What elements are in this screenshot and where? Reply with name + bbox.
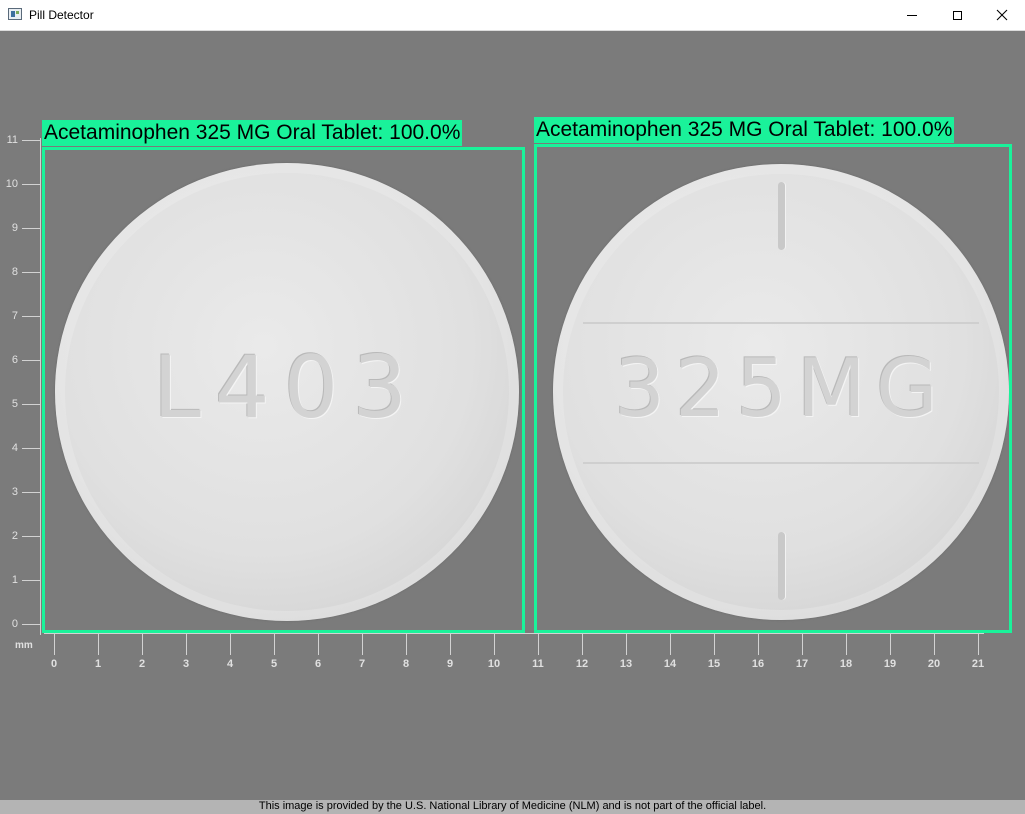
ruler-x-tick-label: 0 <box>50 658 58 670</box>
ruler-y-axis <box>40 138 41 635</box>
detection-label-left: Acetaminophen 325 MG Oral Tablet: 100.0% <box>42 120 463 146</box>
ruler-y-tick-label: 3 <box>11 486 18 498</box>
ruler-x-tick <box>538 633 539 655</box>
ruler-x-tick <box>362 633 363 655</box>
detection-box-right <box>534 144 1012 633</box>
ruler-x-tick-label: 21 <box>971 658 985 670</box>
ruler-x-tick-label: 9 <box>446 658 454 670</box>
image-canvas: mm 11 10 9 8 7 6 5 4 3 2 1 0 0 1 2 3 4 5 6 7 8 9 10 11 12 13 14 15 1… <box>0 31 1025 801</box>
ruler-x-tick-label: 16 <box>751 658 765 670</box>
ruler-y-tick <box>22 448 40 449</box>
ruler-y-tick-label: 11 <box>6 134 18 146</box>
ruler-y-tick-label: 0 <box>11 618 18 630</box>
ruler-y-tick <box>22 404 40 405</box>
ruler-y-tick <box>22 140 40 141</box>
ruler-x-tick <box>802 633 803 655</box>
ruler-x-tick <box>670 633 671 655</box>
ruler-x-tick <box>626 633 627 655</box>
detection-label-right: Acetaminophen 325 MG Oral Tablet: 100.0% <box>534 117 955 143</box>
ruler-x-tick <box>406 633 407 655</box>
ruler-y-tick <box>22 580 40 581</box>
ruler-x-tick <box>758 633 759 655</box>
ruler-y-tick-label: 8 <box>11 266 18 278</box>
ruler-x-tick-label: 13 <box>619 658 633 670</box>
ruler-x-tick <box>714 633 715 655</box>
ruler-x-tick <box>582 633 583 655</box>
ruler-x-tick-label: 12 <box>575 658 589 670</box>
ruler-x-tick <box>54 633 55 655</box>
ruler-x-tick-label: 7 <box>358 658 366 670</box>
ruler-y-tick <box>22 492 40 493</box>
ruler-x-tick <box>890 633 891 655</box>
minimize-button[interactable] <box>889 0 935 30</box>
ruler-y-tick-label: 7 <box>11 310 18 322</box>
ruler-x-tick-label: 15 <box>707 658 721 670</box>
detection-box-left <box>42 147 525 633</box>
ruler-y-tick-label: 5 <box>11 398 18 410</box>
ruler-y-tick-label: 6 <box>11 354 18 366</box>
ruler-y-tick-label: 4 <box>11 442 18 454</box>
ruler-y-tick <box>22 316 40 317</box>
ruler-y-tick <box>22 272 40 273</box>
ruler-x-tick <box>934 633 935 655</box>
ruler-x-tick <box>318 633 319 655</box>
ruler-x-tick-label: 8 <box>402 658 410 670</box>
ruler-x-tick <box>186 633 187 655</box>
ruler-x-tick-label: 11 <box>532 658 544 670</box>
maximize-icon <box>952 10 962 20</box>
ruler-y-tick <box>22 624 40 625</box>
ruler-x-tick-label: 1 <box>94 658 102 670</box>
ruler-x-tick-label: 19 <box>883 658 897 670</box>
ruler-y-tick <box>22 228 40 229</box>
ruler-x-tick-label: 20 <box>927 658 941 670</box>
close-icon <box>996 9 1008 21</box>
ruler-unit-label: mm <box>15 640 33 651</box>
ruler-y-tick-label: 1 <box>11 574 18 586</box>
ruler-x-tick <box>450 633 451 655</box>
ruler-x-tick-label: 2 <box>138 658 146 670</box>
window-title: Pill Detector <box>29 8 94 22</box>
ruler-x-tick-label: 17 <box>795 658 809 670</box>
ruler-x-tick-label: 14 <box>663 658 677 670</box>
minimize-icon <box>907 14 917 16</box>
app-window-icon <box>8 8 22 20</box>
ruler-y-tick-label: 2 <box>11 530 18 542</box>
ruler-x-tick <box>274 633 275 655</box>
ruler-x-tick <box>142 633 143 655</box>
attribution-footer: This image is provided by the U.S. Natio… <box>0 800 1025 814</box>
ruler-y-tick <box>22 536 40 537</box>
ruler-y-tick <box>22 360 40 361</box>
maximize-button[interactable] <box>934 0 980 30</box>
title-bar: Pill Detector <box>0 0 1025 31</box>
ruler-x-tick-label: 10 <box>487 658 501 670</box>
ruler-x-tick-label: 3 <box>182 658 190 670</box>
ruler-x-axis <box>44 633 984 634</box>
ruler-y-tick <box>22 184 40 185</box>
ruler-y-tick-label: 9 <box>11 222 18 234</box>
ruler-x-tick-label: 6 <box>314 658 322 670</box>
ruler-x-tick <box>846 633 847 655</box>
ruler-x-tick <box>98 633 99 655</box>
close-button[interactable] <box>979 0 1025 30</box>
ruler-x-tick <box>494 633 495 655</box>
ruler-x-tick-label: 18 <box>839 658 853 670</box>
ruler-x-tick <box>230 633 231 655</box>
ruler-x-tick-label: 4 <box>226 658 234 670</box>
ruler-y-tick-label: 10 <box>5 178 18 190</box>
ruler-x-tick-label: 5 <box>270 658 278 670</box>
ruler-x-tick <box>978 633 979 655</box>
